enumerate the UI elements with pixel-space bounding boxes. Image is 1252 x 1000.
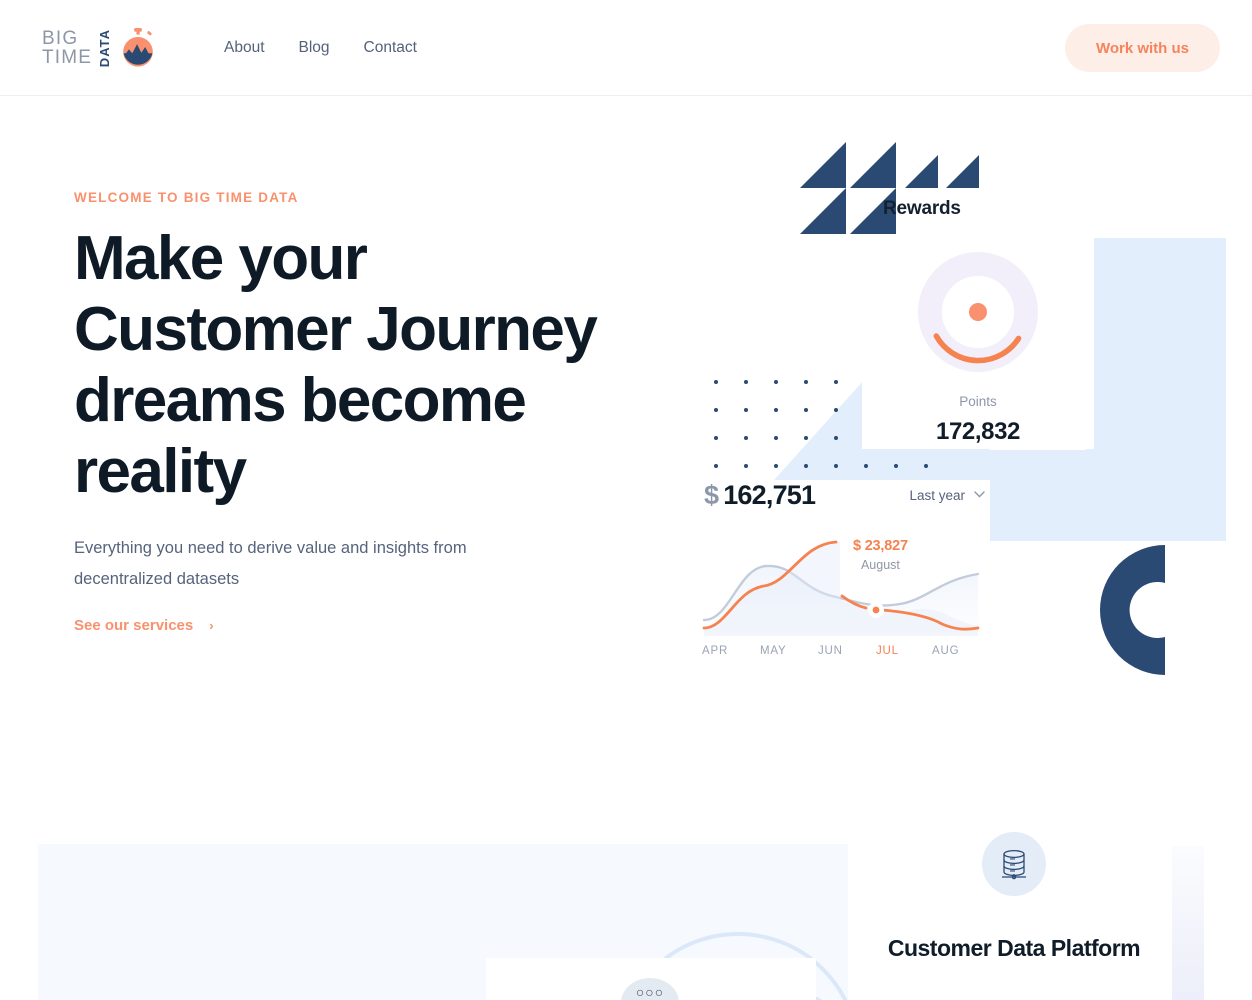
brand-data-badge: DATA bbox=[97, 28, 113, 68]
landing-page: BIG TIME DATA About Blog Contact Work wi… bbox=[0, 0, 1252, 1000]
brand-line-1: BIG bbox=[42, 28, 79, 49]
axis-tick-apr: APR bbox=[702, 645, 729, 657]
hero-subhead: Everything you need to derive value and … bbox=[74, 539, 467, 588]
revenue-card: $162,751 Last year $ 23,827 August APR M… bbox=[690, 480, 990, 680]
work-with-us-button[interactable]: Work with us bbox=[1064, 24, 1220, 72]
hero-illustration: Rewards Points 172,832 $162,751 Last yea… bbox=[690, 140, 1226, 685]
chart-tooltip: $ 23,827 August bbox=[853, 538, 908, 572]
stopwatch-mountain-icon bbox=[123, 27, 153, 67]
donut-progress-icon bbox=[918, 252, 1038, 372]
navy-arc-shape bbox=[1100, 545, 1165, 675]
database-stack-icon bbox=[982, 832, 1046, 896]
date-range-label: Last year bbox=[909, 488, 965, 503]
date-range-select[interactable]: Last year bbox=[909, 488, 985, 503]
points-value: 172,832 bbox=[936, 418, 1020, 445]
chevron-down-icon bbox=[974, 490, 985, 501]
chevron-right-icon: › bbox=[209, 618, 214, 633]
points-label: Points bbox=[959, 394, 997, 409]
chart-tooltip-value: $ 23,827 bbox=[853, 538, 908, 554]
revenue-amount: $162,751 bbox=[704, 480, 816, 511]
points-card: Points 172,832 bbox=[862, 236, 1094, 449]
see-our-services-link[interactable]: See our services › bbox=[74, 617, 214, 634]
triangle-pattern-icon bbox=[800, 142, 979, 234]
revenue-amount-value: 162,751 bbox=[723, 480, 816, 510]
nav-item-contact[interactable]: Contact bbox=[364, 39, 417, 57]
axis-tick-jun: JUN bbox=[818, 645, 843, 657]
axis-tick-aug: AUG bbox=[932, 645, 960, 657]
gradient-panel-right bbox=[1172, 846, 1204, 1000]
site-header: BIG TIME DATA About Blog Contact Work wi… bbox=[0, 0, 1252, 96]
feature-title: Customer Data Platform bbox=[887, 935, 1141, 961]
nav-item-blog[interactable]: Blog bbox=[299, 39, 330, 57]
rewards-label: Rewards bbox=[883, 198, 961, 219]
nav-item-about[interactable]: About bbox=[224, 39, 265, 57]
blob-dots-icon: ○○○ bbox=[635, 984, 665, 1000]
see-our-services-label: See our services bbox=[74, 617, 194, 634]
revenue-card-header: $162,751 Last year bbox=[690, 480, 990, 526]
axis-tick-jul: JUL bbox=[876, 645, 899, 657]
main-nav: About Blog Contact bbox=[224, 0, 417, 96]
currency-symbol: $ bbox=[704, 480, 719, 510]
brand-wordmark: BIG TIME bbox=[42, 29, 92, 67]
chart-tooltip-month: August bbox=[860, 558, 900, 572]
axis-tick-may: MAY bbox=[760, 645, 787, 657]
revenue-line-chart bbox=[702, 540, 980, 636]
page-title: Make your Customer Journey dreams become… bbox=[74, 224, 598, 506]
brand-logo[interactable]: BIG TIME DATA bbox=[42, 24, 159, 72]
hero-eyebrow: WELCOME TO BIG TIME DATA bbox=[74, 190, 299, 205]
feature-customer-data-platform: Customer Data Platform bbox=[880, 832, 1148, 964]
hero-copy: WELCOME TO BIG TIME DATA Make your Custo… bbox=[74, 190, 694, 635]
brand-line-2: TIME bbox=[42, 47, 93, 68]
